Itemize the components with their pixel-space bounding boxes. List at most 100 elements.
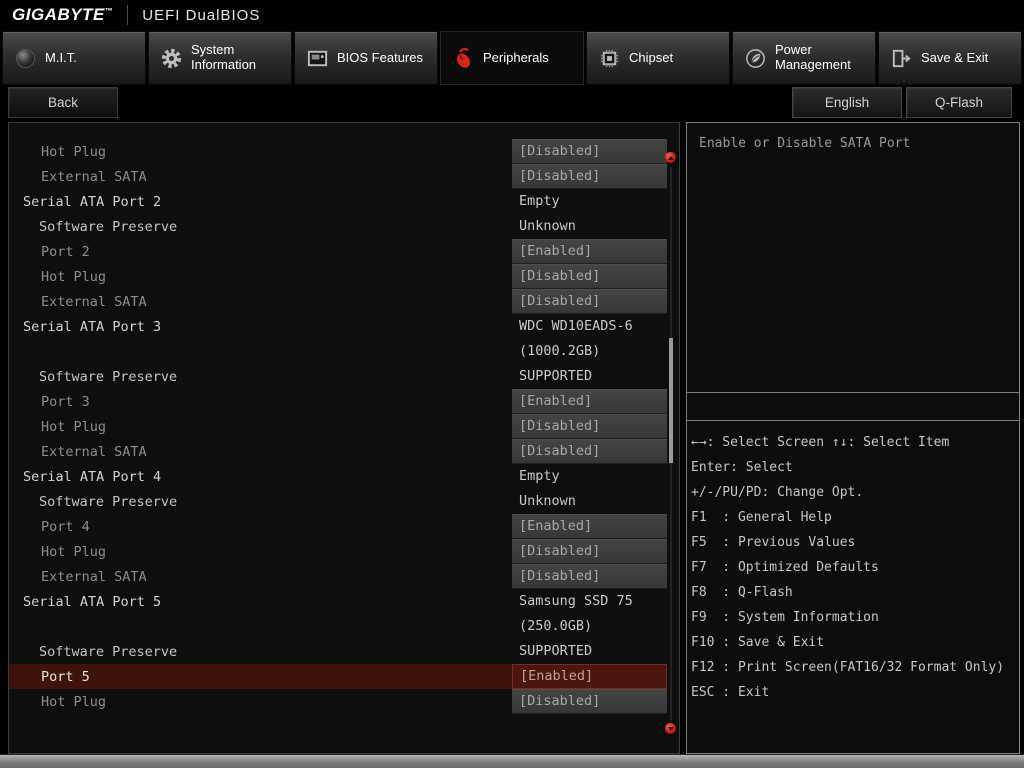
setting-label: External SATA <box>41 293 147 310</box>
help-key-line: F12 : Print Screen(FAT16/32 Format Only) <box>691 660 1005 675</box>
settings-row[interactable]: Port 3 [Enabled] <box>9 389 667 414</box>
help-key-line: ←→: Select Screen ↑↓: Select Item <box>691 435 950 450</box>
settings-row[interactable]: Serial ATA Port 5 Samsung SSD 75 <box>9 589 667 614</box>
bios-screen: GIGABYTE™ UEFI DualBIOS M.I.T. System In… <box>0 0 1024 768</box>
setting-value: Empty <box>519 468 560 484</box>
topbar-divider <box>127 5 129 25</box>
setting-label: Port 5 <box>41 668 90 685</box>
setting-value: WDC WD10EADS-6 <box>519 318 633 334</box>
settings-row[interactable]: Serial ATA Port 4 Empty <box>9 464 667 489</box>
tab-save-exit[interactable]: Save & Exit <box>878 31 1022 85</box>
setting-value: SUPPORTED <box>519 643 593 659</box>
setting-value: Unknown <box>519 218 576 234</box>
setting-value[interactable]: [Disabled] <box>512 264 667 289</box>
settings-row[interactable]: Software Preserve Unknown <box>9 489 667 514</box>
settings-row[interactable]: External SATA [Disabled] <box>9 289 667 314</box>
settings-row[interactable]: Software Preserve SUPPORTED <box>9 364 667 389</box>
settings-row[interactable]: Port 4 [Enabled] <box>9 514 667 539</box>
setting-value: Empty <box>519 193 560 209</box>
help-divider <box>687 393 1019 421</box>
main-area: Hot Plug [Disabled] External SATA [Disab… <box>0 122 1024 754</box>
setting-value[interactable]: [Enabled] <box>512 664 667 689</box>
settings-row[interactable]: Hot Plug [Disabled] <box>9 264 667 289</box>
top-bar: GIGABYTE™ UEFI DualBIOS <box>0 0 1024 30</box>
tab-peripherals[interactable]: Peripherals <box>440 31 584 85</box>
settings-row[interactable]: Hot Plug [Disabled] <box>9 689 667 714</box>
setting-value[interactable]: [Enabled] <box>512 389 667 414</box>
settings-row[interactable]: External SATA [Disabled] <box>9 439 667 464</box>
help-key-line: F9 : System Information <box>691 610 879 625</box>
scrollbar[interactable] <box>665 123 677 753</box>
scroll-down-icon[interactable] <box>665 723 676 734</box>
help-panel: Enable or Disable SATA Port ←→: Select S… <box>686 122 1020 754</box>
setting-label: Hot Plug <box>41 418 107 435</box>
tab-label: Save & Exit <box>921 49 989 65</box>
settings-row[interactable]: External SATA [Disabled] <box>9 564 667 589</box>
tab-label: M.I.T. <box>45 49 77 65</box>
settings-row[interactable]: Hot Plug [Disabled] <box>9 139 667 164</box>
tab-mit[interactable]: M.I.T. <box>2 31 146 85</box>
setting-value[interactable]: [Disabled] <box>512 139 667 164</box>
setting-label: Serial ATA Port 3 <box>23 318 162 335</box>
tab-system-information[interactable]: System Information <box>148 31 292 85</box>
setting-label: Hot Plug <box>41 268 107 285</box>
back-button[interactable]: Back <box>8 87 118 118</box>
settings-row[interactable]: Serial ATA Port 2 Empty <box>9 189 667 214</box>
settings-row[interactable]: Hot Plug [Disabled] <box>9 414 667 439</box>
tab-chipset[interactable]: Chipset <box>586 31 730 85</box>
help-key-line: F5 : Previous Values <box>691 535 856 550</box>
tab-label: Peripherals <box>483 49 549 65</box>
settings-row[interactable]: Port 5 [Enabled] <box>9 664 667 689</box>
system-information-icon <box>158 45 184 71</box>
scrollbar-thumb[interactable] <box>669 338 673 463</box>
setting-label: Hot Plug <box>41 543 107 560</box>
setting-label: Serial ATA Port 2 <box>23 193 162 210</box>
help-key-line: F10 : Save & Exit <box>691 635 825 650</box>
settings-row[interactable]: (1000.2GB) <box>9 339 667 364</box>
settings-row[interactable]: External SATA [Disabled] <box>9 164 667 189</box>
save-exit-icon <box>888 45 914 71</box>
setting-value: Samsung SSD 75 <box>519 593 633 609</box>
scroll-up-icon[interactable] <box>665 152 676 163</box>
tab-label: Chipset <box>629 49 674 65</box>
setting-value[interactable]: [Enabled] <box>512 514 667 539</box>
window-frame-bottom <box>0 754 1024 768</box>
setting-value: (250.0GB) <box>519 618 593 634</box>
setting-value[interactable]: [Disabled] <box>512 539 667 564</box>
setting-value[interactable]: [Disabled] <box>512 689 667 714</box>
setting-value[interactable]: [Disabled] <box>512 414 667 439</box>
setting-value: SUPPORTED <box>519 368 593 384</box>
setting-label: Software Preserve <box>39 643 178 660</box>
tab-bar: M.I.T. System Information BIOS Features … <box>0 30 1024 86</box>
qflash-button[interactable]: Q-Flash <box>906 87 1012 118</box>
language-button[interactable]: English <box>792 87 902 118</box>
setting-value[interactable]: [Disabled] <box>512 164 667 189</box>
help-key-line: F1 : General Help <box>691 510 832 525</box>
setting-value[interactable]: [Disabled] <box>512 564 667 589</box>
setting-value[interactable]: [Disabled] <box>512 289 667 314</box>
trademark-symbol: ™ <box>104 6 114 16</box>
help-keys: ←→: Select Screen ↑↓: Select Item Enter: … <box>687 421 1019 705</box>
tab-bios-features[interactable]: BIOS Features <box>294 31 438 85</box>
help-key-line: F8 : Q-Flash <box>691 585 793 600</box>
chipset-icon <box>596 45 622 71</box>
setting-label: Port 4 <box>41 518 90 535</box>
settings-row[interactable]: Port 2 [Enabled] <box>9 239 667 264</box>
setting-label: Hot Plug <box>41 143 107 160</box>
settings-row[interactable]: Hot Plug [Disabled] <box>9 539 667 564</box>
power-management-icon <box>742 45 768 71</box>
setting-value[interactable]: [Disabled] <box>512 439 667 464</box>
gigabyte-logo: GIGABYTE™ <box>12 5 114 24</box>
setting-value[interactable]: [Enabled] <box>512 239 667 264</box>
toolbar: Back English Q-Flash <box>0 86 1024 122</box>
setting-label: Port 3 <box>41 393 90 410</box>
settings-row[interactable]: Software Preserve Unknown <box>9 214 667 239</box>
help-key-line: ESC : Exit <box>691 685 770 700</box>
setting-label: External SATA <box>41 443 147 460</box>
settings-row[interactable]: Serial ATA Port 3 WDC WD10EADS-6 <box>9 314 667 339</box>
settings-row[interactable]: (250.0GB) <box>9 614 667 639</box>
tab-power-management[interactable]: Power Management <box>732 31 876 85</box>
setting-label: Port 2 <box>41 243 90 260</box>
setting-value: (1000.2GB) <box>519 343 601 359</box>
settings-row[interactable]: Software Preserve SUPPORTED <box>9 639 667 664</box>
